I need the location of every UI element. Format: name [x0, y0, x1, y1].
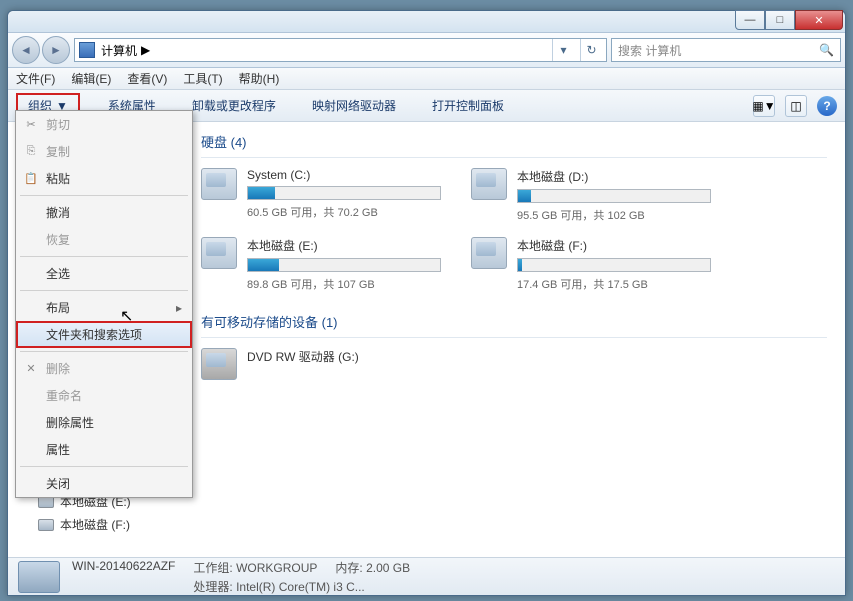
- menu-selectall[interactable]: 全选: [16, 260, 192, 287]
- computer-icon: [79, 42, 95, 58]
- menubar: 文件(F) 编辑(E) 查看(V) 工具(T) 帮助(H): [8, 68, 845, 90]
- drive-item[interactable]: System (C:)60.5 GB 可用，共 70.2 GB: [201, 168, 441, 223]
- help-icon[interactable]: ?: [817, 96, 837, 116]
- computer-name: WIN-20140622AZF: [72, 559, 175, 576]
- chevron-right-icon: ▸: [176, 301, 182, 315]
- address-dropdown[interactable]: ▾: [552, 39, 574, 61]
- paste-icon: 📋: [24, 172, 38, 186]
- refresh-button[interactable]: ↻: [580, 39, 602, 61]
- delete-icon: ✕: [24, 362, 38, 376]
- forward-button[interactable]: ►: [42, 36, 70, 64]
- close-button[interactable]: ✕: [795, 10, 843, 30]
- content-pane: 硬盘 (4) System (C:)60.5 GB 可用，共 70.2 GB 本地…: [183, 122, 845, 561]
- dvd-icon: [201, 348, 237, 380]
- drive-item[interactable]: 本地磁盘 (D:)95.5 GB 可用，共 102 GB: [471, 168, 711, 223]
- menu-view[interactable]: 查看(V): [127, 70, 167, 87]
- menu-remove-props[interactable]: 删除属性: [16, 409, 192, 436]
- menu-undo[interactable]: 撤消: [16, 199, 192, 226]
- menu-properties[interactable]: 属性: [16, 436, 192, 463]
- address-bar[interactable]: 计算机 ▶ ▾ ↻: [74, 38, 607, 62]
- drive-item[interactable]: 本地磁盘 (F:)17.4 GB 可用，共 17.5 GB: [471, 237, 711, 292]
- chevron-right-icon[interactable]: ▶: [141, 43, 150, 57]
- search-icon[interactable]: 🔍: [819, 43, 834, 57]
- menu-cut[interactable]: ✂剪切: [16, 111, 192, 138]
- section-removable[interactable]: 有可移动存储的设备 (1): [201, 306, 827, 338]
- uninstall-button[interactable]: 卸载或更改程序: [184, 93, 284, 118]
- search-placeholder: 搜索 计算机: [618, 42, 681, 59]
- drive-item[interactable]: 本地磁盘 (E:)89.8 GB 可用，共 107 GB: [201, 237, 441, 292]
- drive-icon: [201, 168, 237, 200]
- menu-delete[interactable]: ✕删除: [16, 355, 192, 382]
- view-options-button[interactable]: ▦ ▼: [753, 95, 775, 117]
- menu-edit[interactable]: 编辑(E): [71, 70, 111, 87]
- navbar: ◄ ► 计算机 ▶ ▾ ↻ 搜索 计算机 🔍: [8, 33, 845, 68]
- drive-dvd[interactable]: DVD RW 驱动器 (G:): [201, 348, 441, 380]
- copy-icon: ⎘: [24, 145, 38, 159]
- sidebar-item-f[interactable]: 本地磁盘 (F:): [38, 513, 183, 536]
- section-hdd[interactable]: 硬盘 (4): [201, 126, 827, 158]
- menu-redo[interactable]: 恢复: [16, 226, 192, 253]
- drive-icon: [201, 237, 237, 269]
- menu-help[interactable]: 帮助(H): [239, 70, 280, 87]
- search-input[interactable]: 搜索 计算机 🔍: [611, 38, 841, 62]
- map-drive-button[interactable]: 映射网络驱动器: [304, 93, 404, 118]
- statusbar: WIN-20140622AZF 工作组: WORKGROUP 内存: 2.00 …: [8, 557, 845, 595]
- computer-large-icon: [18, 561, 60, 593]
- organize-menu: ✂剪切 ⎘复制 📋粘贴 撤消 恢复 全选 布局▸ 文件夹和搜索选项 ✕删除 重命…: [15, 110, 193, 498]
- menu-close[interactable]: 关闭: [16, 470, 192, 497]
- preview-pane-button[interactable]: ◫: [785, 95, 807, 117]
- drive-icon: [471, 168, 507, 200]
- menu-copy[interactable]: ⎘复制: [16, 138, 192, 165]
- menu-tools[interactable]: 工具(T): [183, 70, 222, 87]
- drive-icon: [471, 237, 507, 269]
- titlebar[interactable]: — □ ✕: [8, 11, 845, 33]
- drive-icon: [38, 519, 54, 531]
- menu-folder-options[interactable]: 文件夹和搜索选项: [16, 321, 192, 348]
- menu-layout[interactable]: 布局▸: [16, 294, 192, 321]
- menu-rename[interactable]: 重命名: [16, 382, 192, 409]
- cut-icon: ✂: [24, 118, 38, 132]
- cursor-icon: ↖: [120, 306, 133, 326]
- control-panel-button[interactable]: 打开控制面板: [424, 93, 512, 118]
- menu-file[interactable]: 文件(F): [16, 70, 55, 87]
- back-button[interactable]: ◄: [12, 36, 40, 64]
- menu-paste[interactable]: 📋粘贴: [16, 165, 192, 192]
- breadcrumb[interactable]: 计算机: [101, 42, 137, 59]
- minimize-button[interactable]: —: [735, 10, 765, 30]
- maximize-button[interactable]: □: [765, 10, 795, 30]
